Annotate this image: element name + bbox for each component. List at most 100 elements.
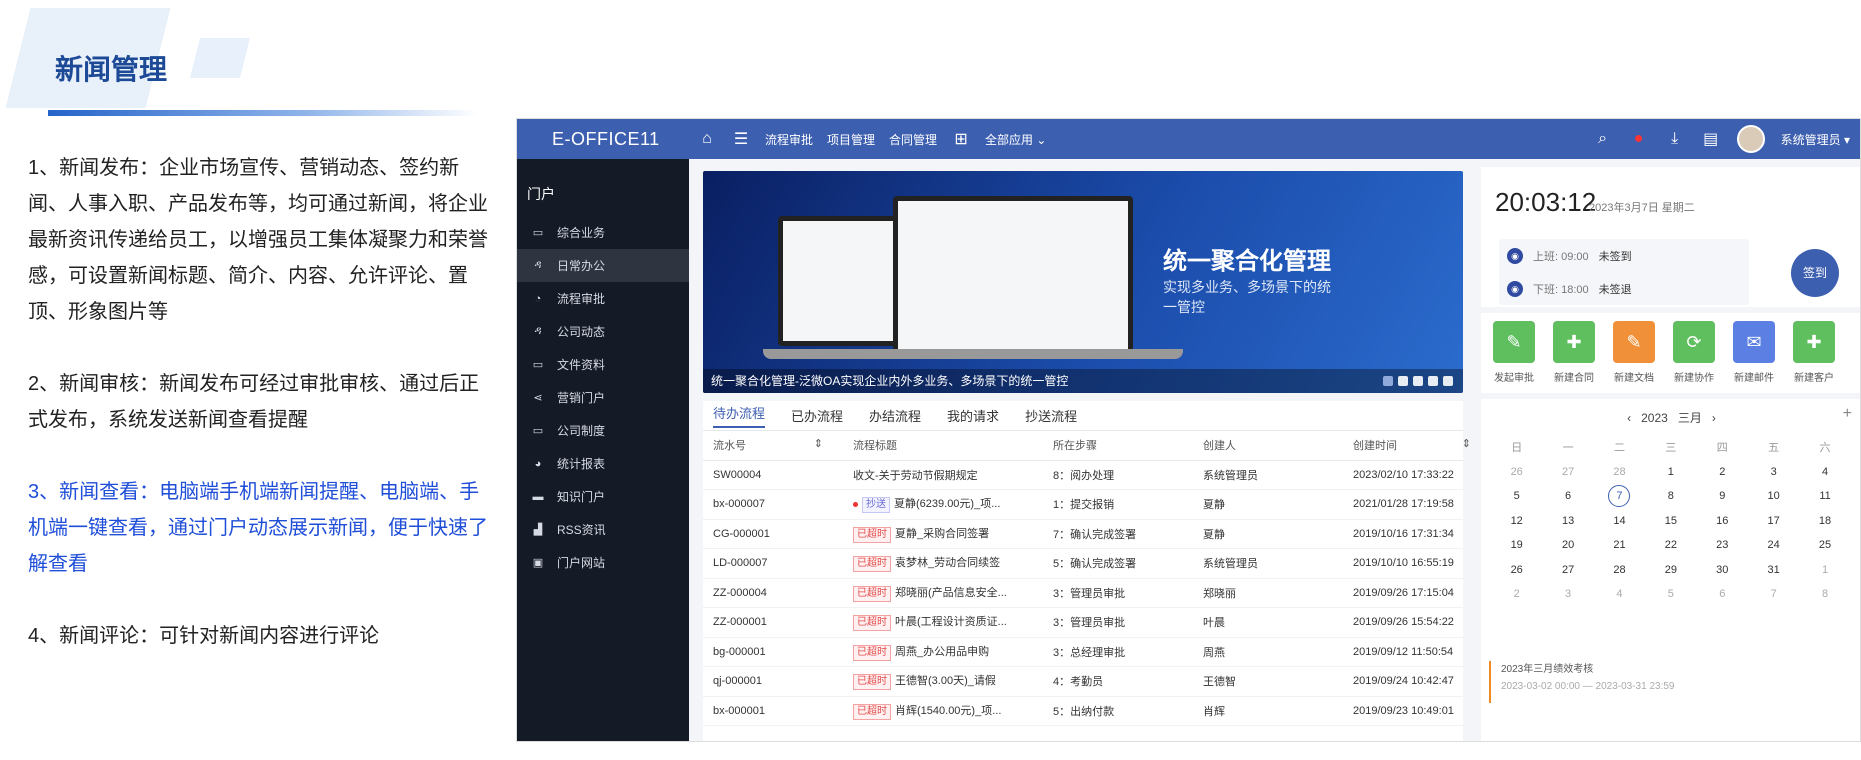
nav-all-apps[interactable]: 全部应用 ⌄ xyxy=(985,131,1046,148)
calendar-day[interactable]: 21 xyxy=(1594,539,1645,551)
calendar-day[interactable]: 30 xyxy=(1697,564,1748,576)
table-row[interactable]: LD-000007 已超时 袁梦林_劳动合同续签 5：确认完成签署 系统管理员 2019/… xyxy=(703,549,1463,579)
table-row[interactable]: bx-000001 已超时 肖辉(1540.00元)_项... 5：出纳付款 肖辉 201… xyxy=(703,697,1463,726)
sidebar-item-knowledge[interactable]: ▬ 知识门户 xyxy=(517,480,689,513)
table-row[interactable]: ZZ-000001 已超时 叶晨(工程设计资质证... 3：管理员审批 叶晨 2019/0… xyxy=(703,608,1463,638)
sidebar-item-documents[interactable]: ▭ 文件资料 xyxy=(517,348,689,381)
quick-app-item[interactable]: ✚ 新建合同 xyxy=(1551,321,1597,384)
calendar-day[interactable]: 8 xyxy=(1645,490,1696,502)
sidebar-item-company-news[interactable]: ዳ 公司动态 xyxy=(517,315,689,348)
tab-done[interactable]: 已办流程 xyxy=(791,406,843,425)
calendar-day[interactable]: 8 xyxy=(1799,588,1850,600)
table-row[interactable]: qj-000001 已超时 王德智(3.00天)_请假 4：考勤员 王德智 2019/09… xyxy=(703,667,1463,697)
calendar-day[interactable]: 19 xyxy=(1491,539,1542,551)
calendar-day[interactable]: 2 xyxy=(1697,466,1748,478)
table-row[interactable]: bx-000007 抄送 夏静(6239.00元)_项... 1：提交报销 夏静 2021… xyxy=(703,490,1463,520)
table-row[interactable]: CG-000001 已超时 夏静_采购合同签署 7：确认完成签署 夏静 2019/10/1… xyxy=(703,520,1463,549)
home-icon[interactable]: ⌂ xyxy=(697,130,717,148)
table-row[interactable]: bg-000001 已超时 周燕_办公用品申购 3：总经理审批 周燕 2019/09/12… xyxy=(703,638,1463,667)
calendar-day[interactable]: 10 xyxy=(1748,490,1799,502)
cell-title[interactable]: 已超时 叶晨(工程设计资质证... xyxy=(853,613,1053,632)
carousel-dot[interactable] xyxy=(1398,376,1408,386)
calendar-day[interactable]: 4 xyxy=(1799,466,1850,478)
nav-project-management[interactable]: 项目管理 xyxy=(827,131,875,148)
table-row[interactable]: ZZ-000004 已超时 郑晓丽(产品信息安全... 3：管理员审批 郑晓丽 2019/… xyxy=(703,579,1463,608)
chevron-right-icon[interactable]: › xyxy=(1712,411,1716,425)
calendar-day[interactable]: 6 xyxy=(1697,588,1748,600)
quick-app-item[interactable]: ✚ 新建客户 xyxy=(1791,321,1837,384)
calendar-month[interactable]: 三月 xyxy=(1678,411,1702,425)
calendar-day[interactable]: 23 xyxy=(1697,539,1748,551)
calendar-day[interactable]: 5 xyxy=(1645,588,1696,600)
sidebar-item-reports[interactable]: ◕ 统计报表 xyxy=(517,447,689,480)
sidebar-item-daily-office[interactable]: ዳ 日常办公 xyxy=(517,249,689,282)
calendar-day[interactable]: 25 xyxy=(1799,539,1850,551)
app-logo[interactable]: E-OFFICE11 xyxy=(552,129,660,150)
calendar-day[interactable]: 27 xyxy=(1542,564,1593,576)
user-menu[interactable]: 系统管理员 ▾ xyxy=(1781,131,1850,148)
tab-pending[interactable]: 待办流程 xyxy=(713,403,766,428)
cell-title[interactable]: 已超时 王德智(3.00天)_请假 xyxy=(853,672,1053,691)
cell-title[interactable]: 抄送 夏静(6239.00元)_项... xyxy=(853,495,1053,514)
calendar-day[interactable]: 28 xyxy=(1594,466,1645,478)
calendar-day[interactable]: 27 xyxy=(1542,466,1593,478)
calendar-day[interactable]: 6 xyxy=(1542,490,1593,502)
download-icon[interactable]: ⤓ xyxy=(1665,130,1685,148)
calendar-day[interactable]: 22 xyxy=(1645,539,1696,551)
cell-title[interactable]: 已超时 周燕_办公用品申购 xyxy=(853,643,1053,661)
calendar-day[interactable]: 11 xyxy=(1799,490,1850,502)
calendar-day[interactable]: 17 xyxy=(1748,515,1799,527)
calendar-day[interactable]: 18 xyxy=(1799,515,1850,527)
calendar-day[interactable]: 28 xyxy=(1594,564,1645,576)
cell-title[interactable]: 已超时 肖辉(1540.00元)_项... xyxy=(853,702,1053,720)
calendar-year[interactable]: 2023 xyxy=(1641,411,1668,425)
chevron-left-icon[interactable]: ‹ xyxy=(1627,411,1631,425)
calendar-day[interactable]: 26 xyxy=(1491,466,1542,478)
banner-carousel[interactable]: 统一聚合化管理 实现多业务、多场景下的统一管控 统一聚合化管理-泛微OA实现企业… xyxy=(703,171,1463,393)
nav-contract-management[interactable]: 合同管理 xyxy=(889,131,937,148)
column-header-creator[interactable]: 创建人 xyxy=(1203,437,1353,453)
calendar-day[interactable]: 5 xyxy=(1491,490,1542,502)
column-header-time[interactable]: 创建时间 ⇕ xyxy=(1353,437,1471,453)
calendar-day[interactable]: 7 xyxy=(1594,485,1645,508)
calendar-event[interactable]: 2023年三月绩效考核 2023-03-02 00:00 — 2023-03-3… xyxy=(1489,661,1854,703)
document-icon[interactable]: ▤ xyxy=(1701,129,1721,149)
calendar-day[interactable]: 13 xyxy=(1542,515,1593,527)
menu-icon[interactable]: ☰ xyxy=(731,129,751,149)
calendar-day[interactable]: 16 xyxy=(1697,515,1748,527)
carousel-dot[interactable] xyxy=(1428,376,1438,386)
search-icon[interactable]: ⌕ xyxy=(1593,130,1613,148)
calendar-day[interactable]: 2 xyxy=(1491,588,1542,600)
calendar-day[interactable]: 15 xyxy=(1645,515,1696,527)
sidebar-item-portal-site[interactable]: ▣ 门户网站 xyxy=(517,546,689,579)
tab-cc[interactable]: 抄送流程 xyxy=(1025,406,1077,425)
notification-icon[interactable]: ● xyxy=(1629,130,1649,148)
sidebar-item-policies[interactable]: ▭ 公司制度 xyxy=(517,414,689,447)
sidebar-item-general[interactable]: ▭ 综合业务 xyxy=(517,216,689,249)
grid-icon[interactable]: ⊞ xyxy=(951,129,971,149)
column-header-id[interactable]: 流水号 ⇕ xyxy=(703,437,853,453)
add-event-icon[interactable]: + xyxy=(1843,405,1852,423)
calendar-day[interactable]: 20 xyxy=(1542,539,1593,551)
calendar-day[interactable]: 14 xyxy=(1594,515,1645,527)
sidebar-item-marketing[interactable]: ⋖ 营销门户 xyxy=(517,381,689,414)
calendar-day[interactable]: 26 xyxy=(1491,564,1542,576)
calendar-day[interactable]: 29 xyxy=(1645,564,1696,576)
tab-my-requests[interactable]: 我的请求 xyxy=(947,406,999,425)
quick-app-item[interactable]: ✎ 新建文档 xyxy=(1611,321,1657,384)
quick-app-item[interactable]: ✉ 新建邮件 xyxy=(1731,321,1777,384)
quick-app-item[interactable]: ✎ 发起审批 xyxy=(1491,321,1537,384)
calendar-day[interactable]: 9 xyxy=(1697,490,1748,502)
calendar-day[interactable]: 24 xyxy=(1748,539,1799,551)
cell-title[interactable]: 已超时 夏静_采购合同签署 xyxy=(853,525,1053,543)
calendar-day[interactable]: 1 xyxy=(1645,466,1696,478)
nav-flow-approval[interactable]: 流程审批 xyxy=(765,131,813,148)
sidebar-item-rss[interactable]: ▟ RSS资讯 xyxy=(517,513,689,546)
calendar-day[interactable]: 3 xyxy=(1542,588,1593,600)
avatar[interactable] xyxy=(1736,125,1765,153)
table-row[interactable]: SW00004 收文-关于劳动节假期规定 8：阅办处理 系统管理员 2023/02/10… xyxy=(703,461,1463,490)
column-header-title[interactable]: 流程标题 xyxy=(853,437,1053,453)
quick-app-item[interactable]: ⟳ 新建协作 xyxy=(1671,321,1717,384)
cell-title[interactable]: 已超时 袁梦林_劳动合同续签 xyxy=(853,554,1053,573)
cell-title[interactable]: 已超时 郑晓丽(产品信息安全... xyxy=(853,584,1053,602)
